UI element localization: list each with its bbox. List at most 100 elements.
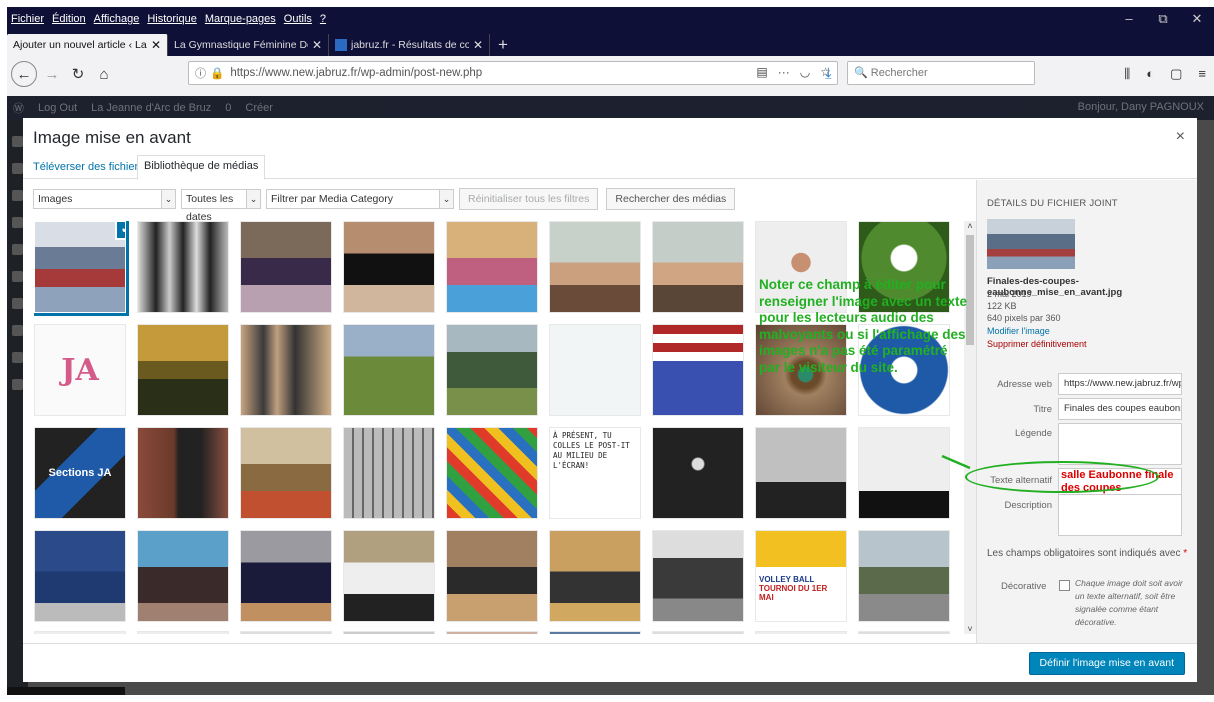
extension-icon[interactable]: ◐	[1146, 66, 1154, 82]
media-thumb[interactable]	[137, 427, 229, 519]
comments-count[interactable]: 0	[225, 102, 231, 114]
menu-historique[interactable]: Historique	[147, 13, 197, 25]
media-thumb[interactable]	[446, 631, 538, 634]
pocket-icon[interactable]: ◡	[800, 65, 810, 79]
media-thumb[interactable]	[343, 221, 435, 313]
close-tab-icon[interactable]: ✕	[151, 38, 161, 52]
forward-button[interactable]: →	[39, 61, 65, 87]
media-thumb[interactable]	[858, 530, 950, 622]
url-field[interactable]: https://www.new.jabruz.fr/wp	[1058, 373, 1182, 395]
delete-permanently-link[interactable]: Supprimer définitivement	[987, 339, 1087, 349]
logout-link[interactable]: Log Out	[38, 102, 77, 114]
decorative-checkbox[interactable]	[1059, 580, 1070, 591]
reload-button[interactable]: ↻	[65, 61, 91, 87]
search-media-button[interactable]: Rechercher des médias	[606, 188, 736, 210]
check-icon[interactable]: ✔	[115, 222, 125, 240]
media-thumb-blank[interactable]	[549, 324, 641, 416]
wordpress-logo-icon[interactable]: Ⓦ	[13, 100, 24, 116]
media-thumb[interactable]	[858, 427, 950, 519]
media-icon[interactable]	[12, 190, 23, 201]
home-button[interactable]: ⌂	[91, 61, 117, 87]
tools-icon[interactable]	[12, 352, 23, 363]
category-filter-select[interactable]: Filtrer par Media Category ⌄	[266, 189, 454, 209]
media-thumb[interactable]	[240, 427, 332, 519]
close-icon[interactable]: ×	[1176, 128, 1185, 146]
media-thumb[interactable]	[755, 427, 847, 519]
media-thumb[interactable]	[343, 324, 435, 416]
media-thumb[interactable]	[240, 221, 332, 313]
restore-button[interactable]: ⧉	[1146, 7, 1180, 31]
media-thumb[interactable]	[549, 530, 641, 622]
comments-icon[interactable]	[12, 244, 23, 255]
back-button[interactable]: ←	[11, 61, 37, 87]
media-thumb[interactable]	[240, 530, 332, 622]
calendar-icon[interactable]	[12, 271, 23, 282]
media-thumb-finales-eaubonne[interactable]: ✔	[34, 221, 129, 316]
media-thumb[interactable]	[343, 631, 435, 634]
menu-fichier[interactable]: Fichier	[11, 13, 44, 25]
media-thumb[interactable]	[343, 530, 435, 622]
media-thumb[interactable]	[858, 631, 950, 634]
edit-image-link[interactable]: Modifier l'image	[987, 326, 1050, 336]
tab-add-article[interactable]: Ajouter un nouvel article ‹ La Jeann ✕	[7, 34, 168, 56]
media-thumb-logo[interactable]: JA	[34, 324, 126, 416]
tab-gymnastique[interactable]: La Gymnastique Féminine Domrém ✕	[168, 34, 329, 56]
media-thumb[interactable]	[652, 530, 744, 622]
media-thumb[interactable]	[137, 631, 229, 634]
download-icon[interactable]: ⤓	[825, 65, 832, 82]
menu-edition[interactable]: Édition	[52, 13, 86, 25]
pages-icon[interactable]	[12, 217, 23, 228]
media-thumb[interactable]	[446, 324, 538, 416]
close-window-button[interactable]: ✕	[1180, 7, 1214, 31]
description-field[interactable]	[1058, 494, 1182, 536]
type-filter-select[interactable]: Images ⌄	[33, 189, 176, 209]
close-tab-icon[interactable]: ✕	[312, 38, 322, 52]
scroll-down-icon[interactable]: ˅	[964, 624, 976, 634]
page-actions-icon[interactable]: ···	[778, 65, 790, 79]
media-thumb[interactable]	[446, 221, 538, 313]
media-thumb[interactable]	[137, 530, 229, 622]
tab-jabruz-results[interactable]: jabruz.fr - Résultats de compét ✕	[329, 34, 490, 56]
media-thumb-comic[interactable]: À PRÉSENT, TU COLLES LE POST-IT AU MILIE…	[549, 427, 641, 519]
pin-icon[interactable]	[12, 163, 23, 174]
media-thumb[interactable]	[446, 530, 538, 622]
media-thumb[interactable]	[755, 631, 847, 634]
media-thumb-sections[interactable]: Sections JA	[34, 427, 126, 519]
mail-icon[interactable]	[12, 298, 23, 309]
close-tab-icon[interactable]: ✕	[473, 38, 483, 52]
dashboard-icon[interactable]	[12, 136, 23, 147]
hamburger-menu-icon[interactable]: ≡	[1198, 66, 1206, 82]
title-field[interactable]: Finales des coupes eaubonne,	[1058, 398, 1182, 420]
menu-outils[interactable]: Outils	[284, 13, 312, 25]
menu-aide[interactable]: ?	[320, 13, 326, 25]
media-thumb[interactable]	[652, 427, 744, 519]
reset-filters-button[interactable]: Réinitialiser tous les filtres	[459, 188, 599, 210]
sidebar-icon[interactable]: ▢	[1170, 66, 1182, 82]
media-thumb[interactable]	[34, 530, 126, 622]
new-tab-button[interactable]: +	[490, 34, 516, 56]
media-thumb[interactable]	[652, 631, 744, 634]
users-icon[interactable]	[12, 325, 23, 336]
media-thumb[interactable]	[446, 427, 538, 519]
settings-icon[interactable]	[12, 379, 23, 390]
library-icon[interactable]: ⫼	[1124, 66, 1130, 82]
minimize-button[interactable]: –	[1112, 7, 1146, 31]
menu-affichage[interactable]: Affichage	[94, 13, 140, 25]
media-thumb[interactable]	[343, 427, 435, 519]
search-bar[interactable]: 🔍 Rechercher	[847, 61, 1035, 85]
media-thumb[interactable]	[652, 324, 744, 416]
info-icon[interactable]: ⓘ	[195, 65, 206, 81]
media-thumb[interactable]	[240, 631, 332, 634]
tab-media-library[interactable]: Bibliothèque de médias	[137, 155, 266, 180]
media-thumb[interactable]	[652, 221, 744, 313]
menu-marque-pages[interactable]: Marque-pages	[205, 13, 276, 25]
user-greeting[interactable]: Bonjour, Dany PAGNOUX	[1078, 101, 1204, 113]
media-thumb[interactable]	[549, 631, 641, 634]
media-thumb-volley[interactable]: VOLLEY BALL TOURNOI DU 1ER MAI	[755, 530, 847, 622]
tab-upload-files[interactable]: Téléverser des fichiers	[27, 157, 150, 177]
site-name-link[interactable]: La Jeanne d'Arc de Bruz	[91, 102, 211, 114]
scroll-up-icon[interactable]: ˄	[964, 221, 976, 231]
media-thumb[interactable]	[240, 324, 332, 416]
set-featured-image-button[interactable]: Définir l'image mise en avant	[1028, 652, 1185, 675]
media-thumb[interactable]	[34, 631, 126, 634]
